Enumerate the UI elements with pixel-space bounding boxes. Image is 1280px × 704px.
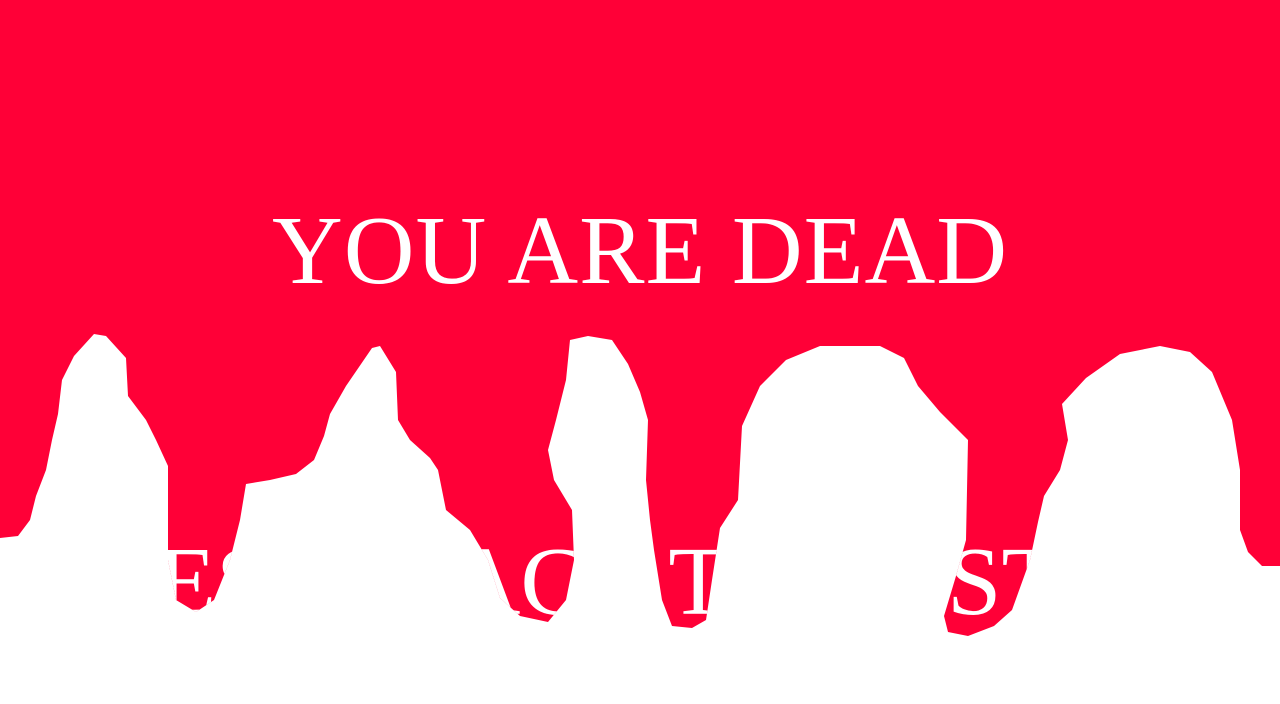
restart-prompt-layer: PRESS SPACE TO RESTART (36, 528, 1243, 636)
game-over-screen[interactable]: YOU ARE DEAD PRESS SPACE TO RESTART (0, 0, 1280, 704)
restart-prompt: PRESS SPACE TO RESTART (36, 528, 1243, 636)
